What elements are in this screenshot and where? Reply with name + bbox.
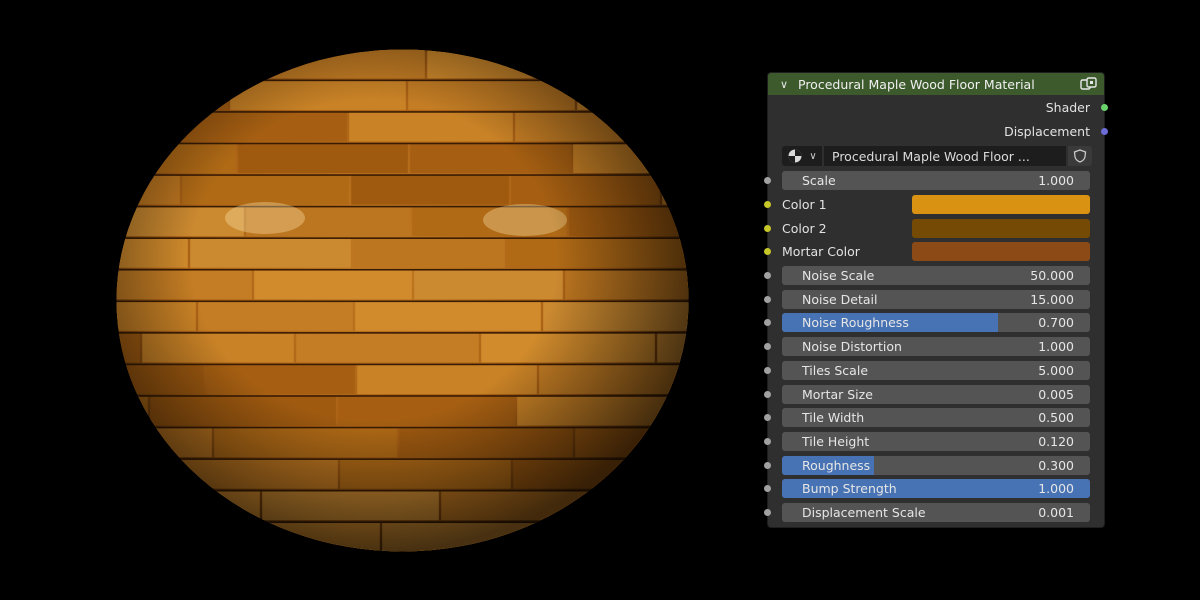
node-group-browse-button[interactable]: ∨ [782,146,822,166]
output-label: Shader [1045,99,1090,115]
input-row: Scale 1.000 [764,169,1104,193]
input-row: Roughness 0.300 [764,453,1104,477]
slider-value: 0.300 [1038,457,1074,473]
slider-label: Noise Roughness [802,315,909,331]
input-row: Color 1 [764,193,1104,217]
node-group-panel[interactable]: ∨ Procedural Maple Wood Floor Material S… [764,72,1108,528]
input-socket[interactable] [764,177,771,185]
input-socket[interactable] [764,390,771,398]
input-socket[interactable] [764,461,771,469]
input-row: Mortar Color [764,240,1104,264]
input-row: Tiles Scale 5.000 [764,359,1104,383]
slider-value: 5.000 [1038,362,1074,378]
input-row: Tile Width 0.500 [764,406,1104,430]
output-row: Shader [768,95,1108,119]
input-row: Noise Detail 15.000 [764,287,1104,311]
input-socket[interactable] [764,319,771,327]
value-slider[interactable]: Noise Roughness 0.700 [782,313,1090,333]
node-group-icon[interactable] [1080,77,1098,91]
slider-label: Noise Detail [802,291,878,307]
input-socket[interactable] [764,295,771,303]
slider-value: 1.000 [1038,481,1074,497]
color-swatch[interactable] [912,242,1090,262]
output-row: Displacement [768,119,1108,143]
slider-label: Scale [802,173,836,189]
slider-value: 0.005 [1038,386,1074,402]
input-row: Noise Distortion 1.000 [764,335,1104,359]
node-group-name-field[interactable]: Procedural Maple Wood Floor ... [824,146,1066,166]
slider-label: Mortar Size [802,386,873,402]
input-socket[interactable] [764,366,771,374]
slider-label: Displacement Scale [802,504,926,520]
value-slider[interactable]: Tile Height 0.120 [782,431,1090,451]
value-slider[interactable]: Noise Detail 15.000 [782,289,1090,309]
chevron-down-icon: ∨ [809,150,817,162]
color-swatch[interactable] [912,195,1090,215]
slider-value: 1.000 [1038,339,1074,355]
slider-label: Noise Distortion [802,339,902,355]
value-slider[interactable]: Noise Scale 50.000 [782,266,1090,286]
chevron-down-icon[interactable]: ∨ [780,78,794,91]
input-row: Tile Height 0.120 [764,430,1104,454]
output-label: Displacement [1004,123,1090,139]
value-slider[interactable]: Mortar Size 0.005 [782,384,1090,404]
node-group-selector: ∨ Procedural Maple Wood Floor ... [768,143,1104,169]
input-socket[interactable] [764,485,771,493]
slider-value: 50.000 [1030,268,1074,284]
value-slider[interactable]: Noise Distortion 1.000 [782,337,1090,357]
fake-user-button[interactable] [1068,146,1092,166]
input-socket[interactable] [764,437,771,445]
color-input-label: Mortar Color [782,244,860,260]
slider-label: Tile Height [802,433,870,449]
value-slider[interactable]: Scale 1.000 [782,171,1090,191]
color-swatch[interactable] [912,218,1090,238]
input-socket[interactable] [764,508,771,516]
slider-label: Tile Width [802,410,865,426]
shield-icon [1073,149,1087,163]
slider-value: 0.001 [1038,504,1074,520]
color-input-label: Color 2 [782,220,827,236]
output-socket[interactable] [1101,127,1108,135]
slider-label: Tiles Scale [802,362,869,378]
node-header[interactable]: ∨ Procedural Maple Wood Floor Material [768,73,1104,95]
color-input-label: Color 1 [782,197,827,213]
material-preview-sphere [115,48,690,553]
slider-value: 0.500 [1038,410,1074,426]
value-slider[interactable]: Displacement Scale 0.001 [782,502,1090,522]
slider-value: 0.120 [1038,433,1074,449]
input-socket[interactable] [764,224,771,232]
slider-label: Roughness [802,457,871,473]
slider-label: Noise Scale [802,268,875,284]
wood-floor-sphere-render [116,49,689,552]
value-slider[interactable]: Tiles Scale 5.000 [782,360,1090,380]
value-slider[interactable]: Tile Width 0.500 [782,408,1090,428]
slider-label: Bump Strength [802,481,897,497]
input-row: Noise Roughness 0.700 [764,311,1104,335]
input-socket[interactable] [764,272,771,280]
node-title: Procedural Maple Wood Floor Material [798,76,1035,92]
input-row: Mortar Size 0.005 [764,382,1104,406]
input-socket[interactable] [764,248,771,256]
input-row: Noise Scale 50.000 [764,264,1104,288]
node-tree-icon [788,149,802,163]
slider-value: 15.000 [1030,291,1074,307]
output-socket[interactable] [1101,103,1108,111]
slider-value: 0.700 [1038,315,1074,331]
value-slider[interactable]: Bump Strength 1.000 [782,479,1090,499]
input-socket[interactable] [764,414,771,422]
input-row: Color 2 [764,216,1104,240]
input-row: Bump Strength 1.000 [764,477,1104,501]
input-socket[interactable] [764,201,771,209]
slider-value: 1.000 [1038,173,1074,189]
input-row: Displacement Scale 0.001 [764,501,1104,525]
value-slider[interactable]: Roughness 0.300 [782,455,1090,475]
input-socket[interactable] [764,343,771,351]
